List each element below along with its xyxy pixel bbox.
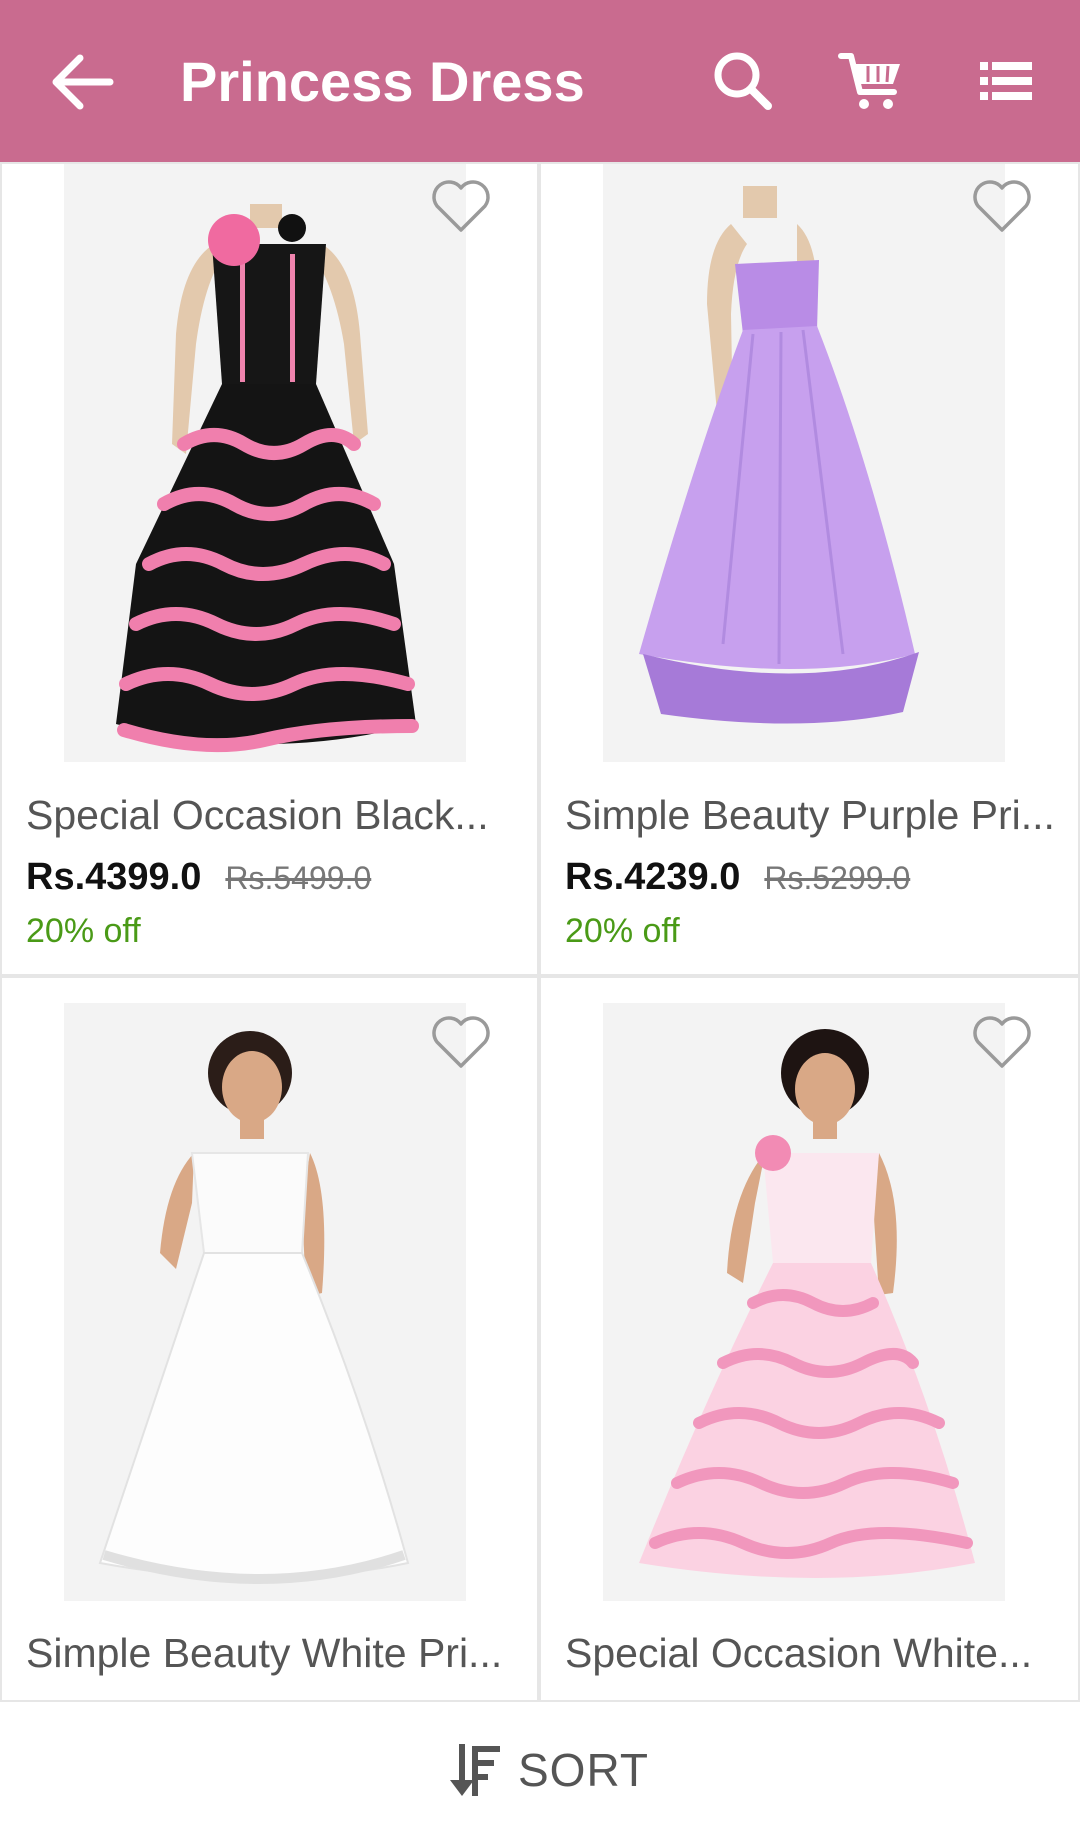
arrow-left-icon [52, 54, 114, 110]
product-card[interactable]: Special Occasion Black... Rs.4399.0 Rs.5… [2, 164, 537, 974]
sort-icon [450, 1744, 500, 1796]
search-icon [714, 52, 772, 110]
product-card[interactable]: Simple Beauty White Pri... [2, 978, 537, 1700]
sort-button[interactable]: SORT [448, 1738, 649, 1802]
top-app-bar: Princess Dress [0, 0, 1080, 162]
cart-button[interactable] [838, 48, 904, 114]
product-image[interactable] [64, 164, 466, 762]
discount-label: 20% off [26, 912, 141, 950]
back-button[interactable] [46, 46, 118, 118]
discount-label: 20% off [565, 912, 680, 950]
product-name[interactable]: Simple Beauty Purple Pri... [565, 792, 1055, 839]
dress-photo-black-pink [64, 164, 466, 762]
product-name[interactable]: Simple Beauty White Pri... [26, 1630, 516, 1677]
wishlist-button[interactable] [970, 1014, 1034, 1070]
heart-icon [973, 1016, 1031, 1068]
product-card[interactable]: Simple Beauty Purple Pri... Rs.4239.0 Rs… [541, 164, 1078, 974]
product-image[interactable] [603, 164, 1005, 762]
product-name[interactable]: Special Occasion White... [565, 1630, 1055, 1677]
bottom-bar: SORT [0, 1702, 1080, 1839]
product-price: Rs.4399.0 [26, 856, 202, 898]
product-price: Rs.4239.0 [565, 856, 741, 898]
wishlist-button[interactable] [429, 1014, 493, 1070]
product-card[interactable]: Special Occasion White... [541, 978, 1078, 1700]
dress-photo-white [64, 1003, 466, 1601]
app-screen: Princess Dress Special Occasion Black...… [0, 0, 1080, 1839]
wishlist-button[interactable] [429, 178, 493, 234]
price-row: Rs.4399.0 Rs.5499.0 [26, 856, 371, 899]
list-view-button[interactable] [974, 48, 1040, 114]
dress-photo-purple [603, 164, 1005, 762]
search-button[interactable] [710, 48, 776, 114]
cart-icon [838, 53, 900, 109]
product-image[interactable] [603, 1003, 1005, 1601]
dress-photo-pink-white [603, 1003, 1005, 1601]
page-title: Princess Dress [180, 50, 585, 113]
product-mrp: Rs.5299.0 [764, 860, 911, 896]
product-image[interactable] [64, 1003, 466, 1601]
heart-icon [432, 180, 490, 232]
wishlist-button[interactable] [970, 178, 1034, 234]
price-row: Rs.4239.0 Rs.5299.0 [565, 856, 910, 899]
heart-icon [973, 180, 1031, 232]
product-mrp: Rs.5499.0 [225, 860, 372, 896]
list-icon [980, 62, 1032, 100]
sort-label: SORT [518, 1744, 649, 1796]
product-name[interactable]: Special Occasion Black... [26, 792, 516, 839]
heart-icon [432, 1016, 490, 1068]
